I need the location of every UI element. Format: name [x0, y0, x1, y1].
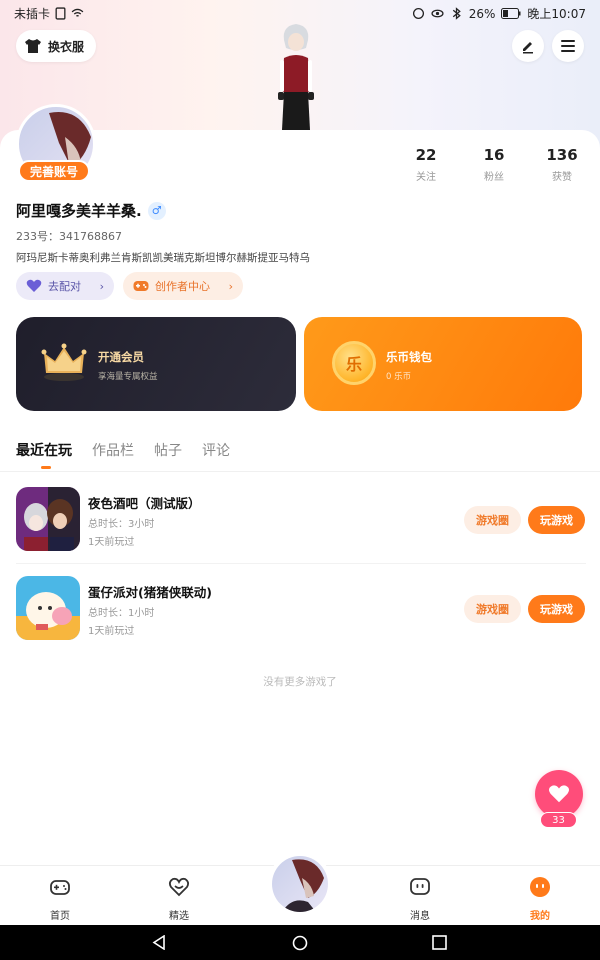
heart-icon: [26, 279, 42, 292]
nav-messages-label: 消息: [410, 911, 430, 922]
carrier-text: 未插卡: [14, 7, 51, 21]
user-bio: 阿玛尼斯卡蒂奥利弗兰肯斯凯凯美瑞克斯坦博尔赫斯提亚马特乌: [16, 252, 310, 264]
system-navigation-bar: [0, 925, 600, 960]
battery-percent: 26%: [468, 6, 496, 21]
change-outfit-button[interactable]: 换衣服: [16, 30, 97, 62]
like-button[interactable]: [535, 770, 583, 818]
active-tab-indicator: [41, 466, 51, 469]
following-label: 关注: [416, 172, 436, 183]
username-row: 阿里嘎多美羊羊桑. ♂: [16, 200, 166, 221]
game-list-item[interactable]: 夜色酒吧（测试版） 总时长：3小时 1天前玩过 游戏圈 玩游戏: [0, 487, 600, 575]
likes-count: 136: [546, 146, 578, 164]
nav-messages[interactable]: 消息: [390, 876, 450, 922]
vip-subtitle: 享海量专属权益: [98, 372, 158, 382]
pair-button[interactable]: 去配对 ›: [16, 272, 114, 300]
clock-text: 晚上10:07: [527, 7, 586, 21]
following-stat[interactable]: 22 关注: [396, 146, 456, 183]
game-list-item[interactable]: 蛋仔派对(猪猪侠联动) 总时长：1小时 1天前玩过 游戏圈 玩游戏: [0, 576, 600, 664]
like-count-badge: 33: [540, 812, 577, 828]
wifi-icon: [71, 8, 84, 17]
profile-face-icon: [530, 877, 550, 897]
creator-center-button[interactable]: 创作者中心 ›: [123, 272, 243, 300]
nav-home[interactable]: 首页: [30, 876, 90, 922]
nav-avatar-button[interactable]: [268, 852, 332, 916]
followers-stat[interactable]: 16 粉丝: [464, 146, 524, 183]
tab-posts[interactable]: 帖子: [154, 440, 182, 460]
menu-button[interactable]: [552, 30, 584, 62]
coin-icon: 乐: [332, 341, 376, 385]
shirt-icon: [25, 39, 41, 53]
nav-me[interactable]: 我的: [510, 876, 570, 922]
tabs-divider: [0, 471, 600, 472]
game-last-played: 1天前玩过: [88, 626, 135, 637]
game-circle-button[interactable]: 游戏圈: [464, 595, 521, 623]
nav-avatar-image: [272, 856, 328, 912]
chevron-right-icon: ›: [99, 279, 104, 293]
profile-tabs: 最近在玩 作品栏 帖子 评论: [16, 440, 230, 460]
play-game-button[interactable]: 玩游戏: [528, 595, 585, 623]
game-icon-night-bar: [16, 487, 80, 551]
game-last-played: 1天前玩过: [88, 537, 135, 548]
game-duration: 总时长：1小时: [88, 608, 155, 619]
nav-featured-label: 精选: [169, 911, 189, 922]
eye-icon: [431, 9, 444, 18]
complete-account-badge[interactable]: 完善账号: [18, 160, 90, 182]
tab-recently-played[interactable]: 最近在玩: [16, 440, 72, 460]
avatar-character-figure[interactable]: [270, 22, 322, 130]
wallet-title: 乐币钱包: [386, 350, 432, 364]
nav-home-label: 首页: [50, 911, 70, 922]
recents-icon[interactable]: [432, 935, 447, 950]
row-divider: [16, 563, 586, 564]
edit-profile-button[interactable]: [512, 30, 544, 62]
game-circle-button[interactable]: 游戏圈: [464, 506, 521, 534]
likes-stat[interactable]: 136 获赞: [532, 146, 592, 183]
bluetooth-icon: [452, 7, 461, 20]
gamepad-icon: [50, 880, 70, 895]
game-name: 蛋仔派对(猪猪侠联动): [88, 585, 212, 600]
likes-label: 获赞: [552, 172, 572, 183]
chevron-right-icon: ›: [228, 279, 233, 293]
heart-icon: [548, 785, 570, 803]
nav-me-label: 我的: [530, 911, 550, 922]
creator-center-label: 创作者中心: [155, 280, 210, 293]
game-duration: 总时长：3小时: [88, 519, 155, 530]
sim-icon: [55, 7, 66, 20]
home-icon[interactable]: [292, 935, 308, 951]
following-count: 22: [415, 146, 437, 164]
message-icon: [410, 878, 430, 895]
user-id: 233号：341768867: [16, 230, 122, 243]
change-outfit-label: 换衣服: [48, 39, 85, 54]
game-icon-eggy-party: [16, 576, 80, 640]
username: 阿里嘎多美羊羊桑.: [16, 202, 142, 220]
pair-label: 去配对: [48, 280, 81, 293]
followers-count: 16: [483, 146, 505, 164]
crown-icon: [41, 343, 87, 381]
nav-featured[interactable]: 精选: [149, 876, 209, 922]
heart-outline-icon: [168, 877, 190, 897]
gamepad-icon: [133, 281, 149, 291]
back-icon[interactable]: [152, 935, 166, 950]
game-name: 夜色酒吧（测试版）: [88, 496, 201, 511]
menu-icon: [561, 40, 575, 52]
no-more-games-text: 没有更多游戏了: [263, 676, 337, 688]
pencil-icon: [523, 42, 533, 54]
wallet-card[interactable]: 乐 乐币钱包 0 乐币: [304, 317, 582, 411]
male-gender-icon: ♂: [147, 201, 166, 220]
followers-label: 粉丝: [484, 172, 504, 183]
alarm-icon: [412, 7, 424, 20]
vip-membership-card[interactable]: 开通会员 享海量专属权益: [16, 317, 296, 411]
vip-title: 开通会员: [98, 350, 144, 364]
battery-icon: [501, 8, 521, 19]
tab-works[interactable]: 作品栏: [92, 440, 134, 460]
play-game-button[interactable]: 玩游戏: [528, 506, 585, 534]
tab-comments[interactable]: 评论: [202, 440, 230, 460]
wallet-balance: 0 乐币: [386, 372, 412, 382]
